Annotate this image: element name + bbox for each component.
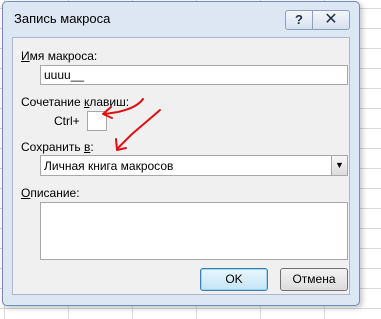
macro-name-label: Имя макроса: xyxy=(21,49,98,63)
question-mark-icon: ? xyxy=(295,12,303,27)
screen: Запись макроса ? ✕ Имя макроса: uuuu__ С… xyxy=(0,0,381,319)
macro-name-value: uuuu__ xyxy=(44,68,85,82)
shortcut-label: Сочетание клавиш: xyxy=(21,95,130,109)
shortcut-key-input[interactable] xyxy=(87,111,107,131)
store-in-selected-value: Личная книга макросов xyxy=(44,159,174,173)
store-in-dropdown[interactable]: Личная книга макросов ▼ xyxy=(40,155,348,176)
ctrl-prefix-label: Ctrl+ xyxy=(54,114,80,128)
close-button[interactable]: ✕ xyxy=(312,10,350,30)
description-label: Описание: xyxy=(21,186,80,200)
close-icon: ✕ xyxy=(324,11,338,28)
dialog-titlebar[interactable]: Запись макроса ? ✕ xyxy=(3,2,359,36)
macro-name-input[interactable]: uuuu__ xyxy=(40,65,348,85)
dialog-title: Запись макроса xyxy=(14,11,111,26)
ok-button[interactable]: OK xyxy=(200,268,268,291)
description-textarea[interactable] xyxy=(40,202,348,260)
record-macro-dialog: Запись макроса ? ✕ Имя макроса: uuuu__ С… xyxy=(2,1,360,306)
store-in-label: Сохранить в: xyxy=(21,140,94,154)
cancel-button[interactable]: Отмена xyxy=(280,268,348,291)
help-button[interactable]: ? xyxy=(285,10,313,30)
dialog-body: Имя макроса: uuuu__ Сочетание клавиш: Ct… xyxy=(12,37,350,295)
dropdown-arrow-icon[interactable]: ▼ xyxy=(331,156,347,175)
